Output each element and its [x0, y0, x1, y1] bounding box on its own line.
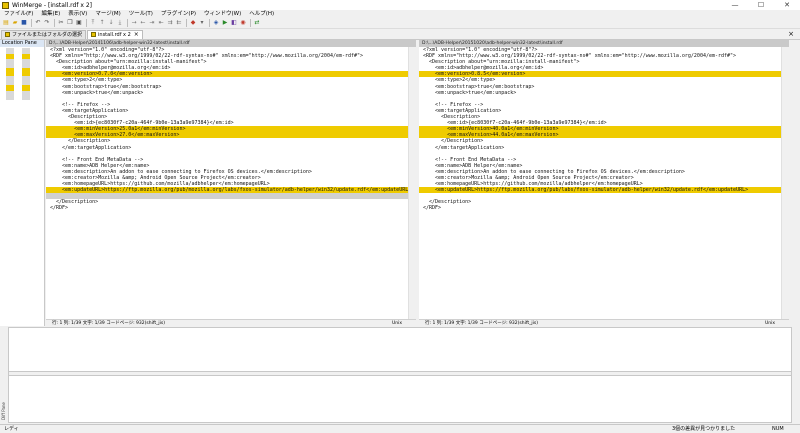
- title-bar: WinMerge - [install.rdf x 2] — ☐ ✕: [0, 0, 800, 10]
- menu-help[interactable]: ヘルプ(H): [245, 10, 278, 18]
- menu-file[interactable]: ファイル(F): [0, 10, 37, 18]
- maximize-button[interactable]: ☐: [748, 0, 774, 10]
- toolbar-separator: [209, 19, 210, 27]
- paste-icon[interactable]: ▣: [75, 19, 83, 27]
- tab-label: install.rdf x 2: [98, 31, 131, 38]
- copy-icon[interactable]: ❐: [66, 19, 74, 27]
- code-line: </RDF>: [423, 205, 442, 212]
- copy-left-advance-icon[interactable]: ⇤: [157, 19, 165, 27]
- last-diff-icon[interactable]: ⤓: [116, 19, 124, 27]
- right-eol-status: Unix: [764, 321, 775, 326]
- refresh-icon[interactable]: ◈: [212, 19, 220, 27]
- toolbar-separator: [54, 19, 55, 27]
- left-file-pane[interactable]: D:\...\ADB-Helper\20141106\adb-helper-wi…: [46, 40, 416, 326]
- winmerge-app-icon: [2, 1, 9, 9]
- right-vertical-scrollbar[interactable]: [781, 47, 789, 319]
- folder-compare-icon: [5, 32, 10, 37]
- toolbar-separator: [250, 19, 251, 27]
- toolbar-separator: [31, 19, 32, 27]
- left-editor[interactable]: <?xml version="1.0" encoding="utf-8"?> <R…: [46, 47, 408, 319]
- document-tab-bar: ファイルまたはフォルダの選択 install.rdf x 2 × ×: [0, 29, 800, 40]
- copy-all-left-icon[interactable]: ⇇: [175, 19, 183, 27]
- toolbar-separator: [127, 19, 128, 27]
- location-bar-left: [6, 48, 14, 100]
- numlock-indicator: NUM: [772, 426, 784, 432]
- copy-right-icon[interactable]: →: [130, 19, 138, 27]
- copy-all-right-icon[interactable]: ⇉: [166, 19, 174, 27]
- right-file-path: D:\...\ADB-Helper\20151020\adb-helper-wi…: [419, 40, 789, 47]
- stop-icon[interactable]: ◉: [239, 19, 247, 27]
- left-cursor-status: 行: 1 列: 1/39 文字: 1/39 コードページ: 932(shift_…: [52, 321, 165, 326]
- right-pane-status: 行: 1 列: 1/39 文字: 1/39 コードページ: 932(shift_…: [419, 319, 789, 326]
- tab-install-rdf[interactable]: install.rdf x 2 ×: [87, 29, 143, 39]
- redo-icon[interactable]: ↷: [43, 19, 51, 27]
- previous-diff-icon[interactable]: ↑: [98, 19, 106, 27]
- save-icon[interactable]: ■: [20, 19, 28, 27]
- cut-icon[interactable]: ✂: [57, 19, 65, 27]
- left-file-path: D:\...\ADB-Helper\20141106\adb-helper-wi…: [46, 40, 416, 47]
- diff-pane-splitter[interactable]: [9, 371, 791, 376]
- code-line: <em:updateURL>https://ftp.mozilla.org/pu…: [46, 187, 408, 194]
- toolbar-separator: [186, 19, 187, 27]
- status-bar: レディ 3個の差異が見つかりました NUM: [0, 424, 800, 433]
- menu-merge[interactable]: マージ(M): [91, 10, 124, 18]
- menu-plugins[interactable]: プラグイン(P): [157, 10, 200, 18]
- open-folder-icon[interactable]: ▰: [11, 19, 19, 27]
- copy-right-advance-icon[interactable]: ⇥: [148, 19, 156, 27]
- filter-icon[interactable]: ◧: [230, 19, 238, 27]
- options-icon[interactable]: ◆: [189, 19, 197, 27]
- diff-pane-label: Diff Pane: [1, 402, 6, 420]
- code-line: </RDF>: [50, 205, 69, 212]
- window-title: WinMerge - [install.rdf x 2]: [12, 1, 92, 9]
- menu-edit[interactable]: 編集(E): [37, 10, 64, 18]
- diff-pane[interactable]: [8, 327, 792, 423]
- compare-icon[interactable]: ▶: [221, 19, 229, 27]
- left-vertical-scrollbar[interactable]: [408, 47, 416, 319]
- toolbar-separator: [86, 19, 87, 27]
- menu-view[interactable]: 表示(V): [64, 10, 91, 18]
- right-cursor-status: 行: 1 列: 1/39 文字: 1/39 コードページ: 932(shift_…: [425, 321, 538, 326]
- tab-select-files[interactable]: ファイルまたはフォルダの選択: [1, 29, 87, 39]
- ready-status: レディ: [4, 426, 19, 432]
- code-line: <em:updateURL>https://ftp.mozilla.org/pu…: [419, 187, 781, 194]
- file-compare-icon: [91, 32, 97, 37]
- location-pane-title: Location Pane: [0, 40, 44, 47]
- close-document-icon[interactable]: ×: [788, 30, 794, 38]
- location-bar-right: [22, 48, 30, 100]
- dropdown-arrow-icon[interactable]: ▾: [198, 19, 206, 27]
- copy-left-icon[interactable]: ←: [139, 19, 147, 27]
- next-diff-icon[interactable]: ↓: [107, 19, 115, 27]
- tab-close-icon[interactable]: ×: [134, 31, 139, 38]
- right-editor[interactable]: <?xml version="1.0" encoding="utf-8"?> <R…: [419, 47, 781, 319]
- swap-panes-icon[interactable]: ⇄: [253, 19, 261, 27]
- right-file-pane[interactable]: D:\...\ADB-Helper\20151020\adb-helper-wi…: [419, 40, 789, 326]
- menu-window[interactable]: ウィンドウ(W): [200, 10, 245, 18]
- undo-icon[interactable]: ↶: [34, 19, 42, 27]
- new-file-icon[interactable]: ▤: [2, 19, 10, 27]
- toolbar: ▤ ▰ ■ ↶ ↷ ✂ ❐ ▣ ⤒ ↑ ↓ ⤓ → ← ⇥ ⇤ ⇉ ⇇ ◆ ▾ …: [0, 18, 800, 29]
- left-eol-status: Unix: [391, 321, 402, 326]
- menu-tools[interactable]: ツール(T): [125, 10, 157, 18]
- diff-count-status: 3個の差異が見つかりました: [672, 426, 736, 432]
- location-pane[interactable]: Location Pane: [0, 40, 45, 326]
- close-window-button[interactable]: ✕: [774, 0, 800, 10]
- left-pane-status: 行: 1 列: 1/39 文字: 1/39 コードページ: 932(shift_…: [46, 319, 416, 326]
- menu-bar: ファイル(F) 編集(E) 表示(V) マージ(M) ツール(T) プラグイン(…: [0, 10, 800, 18]
- tab-label: ファイルまたはフォルダの選択: [12, 32, 83, 38]
- first-diff-icon[interactable]: ⤒: [89, 19, 97, 27]
- minimize-button[interactable]: —: [722, 0, 748, 10]
